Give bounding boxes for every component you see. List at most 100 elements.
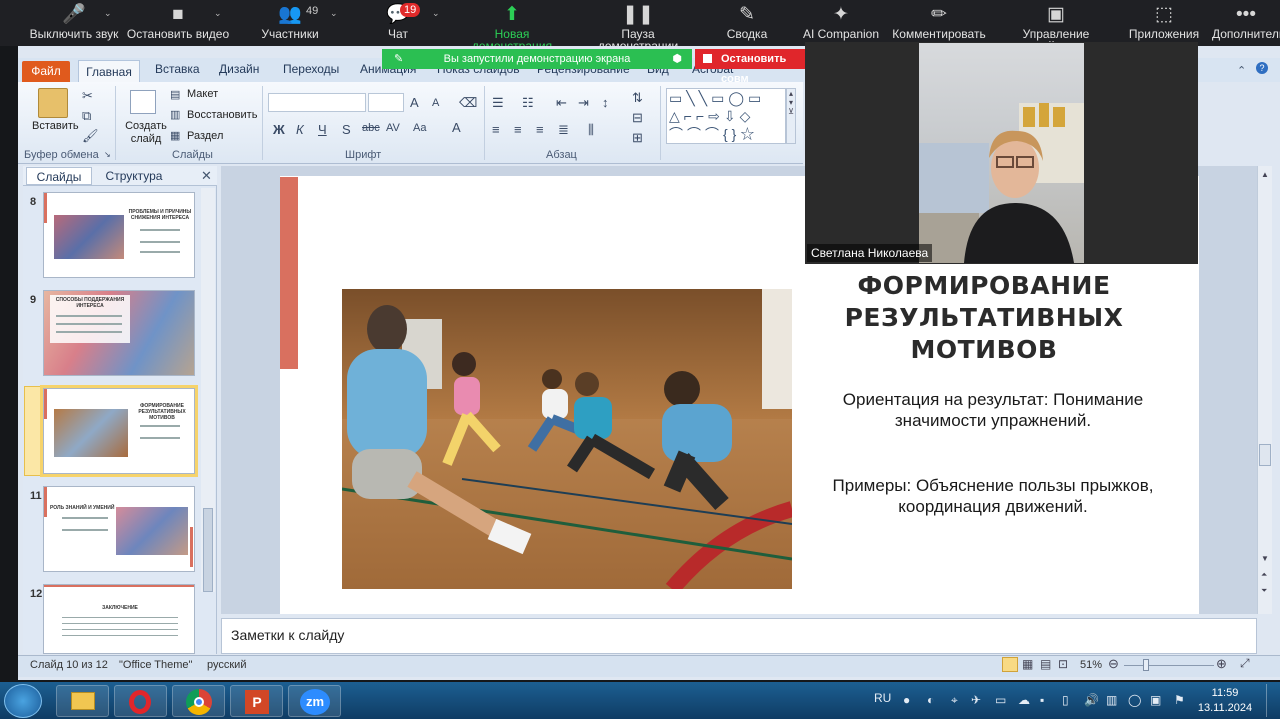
shapes-scroll[interactable]: ▴ ▾ ⊻ — [786, 88, 796, 144]
zoom-level[interactable]: 51% — [1080, 659, 1102, 671]
new-share-button[interactable]: ⬆ Новая демонстрация — [454, 0, 570, 52]
slide-thumbnail-8[interactable]: ПРОБЛЕМЫ И ПРИЧИНЫ СНИЖЕНИЯ ИНТЕРЕСА — [43, 192, 195, 278]
align-text-icon[interactable]: ⊟ — [632, 110, 643, 126]
slide-control-button[interactable]: ▣ Управление слайдами — [996, 0, 1116, 52]
tray-tool-icon[interactable]: ✈ — [971, 693, 981, 707]
slide-body-examples[interactable]: Примеры: Объяснение пользы прыжков, коор… — [820, 475, 1166, 517]
bold-icon[interactable]: Ж — [273, 122, 285, 137]
chevron-down-icon[interactable]: ⌄ — [214, 8, 222, 19]
normal-view-icon[interactable] — [1002, 657, 1018, 672]
close-icon[interactable]: ✕ — [201, 168, 212, 184]
prev-slide-icon[interactable]: ⏶ — [1261, 570, 1267, 580]
slideshow-view-icon[interactable]: ⊡ — [1058, 657, 1068, 671]
tray-monitor-icon[interactable]: ▭ — [995, 693, 1006, 707]
help-icon[interactable]: ? — [1256, 62, 1268, 74]
decrease-indent-icon[interactable]: ⇤ — [556, 95, 567, 111]
char-spacing-icon[interactable]: AV — [386, 122, 400, 134]
chevron-down-icon[interactable]: ⌄ — [104, 8, 112, 19]
clear-format-icon[interactable]: ⌫ — [459, 95, 477, 111]
ai-companion-button[interactable]: ✦ AI Companion — [800, 0, 882, 46]
format-painter-icon[interactable]: 🖌 — [82, 128, 99, 144]
cut-icon[interactable]: ✂ — [82, 88, 93, 104]
tray-flag-icon[interactable]: ⚑ — [1174, 693, 1185, 707]
taskbar-explorer[interactable] — [56, 685, 109, 717]
font-size-select[interactable] — [368, 93, 404, 112]
taskbar-chrome[interactable] — [172, 685, 225, 717]
columns-icon[interactable]: ⫼ — [588, 122, 594, 138]
tray-location-icon[interactable]: ⌖ — [951, 693, 958, 708]
tray-display-icon[interactable]: ▪ — [1040, 693, 1044, 707]
annotate-button[interactable]: ✏ Комментировать — [892, 0, 986, 46]
section-button[interactable]: Раздел — [187, 130, 223, 143]
stop-video-button[interactable]: ■ Остановить видео ⌄ — [126, 0, 230, 46]
line-spacing-icon[interactable]: ↕ — [602, 95, 609, 110]
zoom-slider-thumb[interactable] — [1143, 659, 1149, 671]
scroll-up-icon[interactable]: ▲ — [1261, 170, 1269, 179]
font-color-icon[interactable]: A — [452, 120, 461, 135]
tab-outline[interactable]: Структура — [96, 167, 172, 185]
language-status[interactable]: русский — [207, 659, 246, 671]
fit-to-window-icon[interactable]: ⤢ — [1240, 656, 1250, 671]
network-icon[interactable]: ▥ — [1106, 693, 1117, 707]
pause-share-button[interactable]: ❚❚ Пауза демонстрации — [580, 0, 696, 52]
zoom-slider-track[interactable] — [1124, 665, 1214, 666]
justify-icon[interactable]: ≣ — [558, 122, 569, 138]
tray-cloud-icon[interactable]: ☁ — [1018, 693, 1030, 707]
tray-zoom-icon[interactable]: ● — [903, 693, 910, 707]
italic-icon[interactable]: К — [296, 122, 304, 137]
grow-font-icon[interactable]: A — [410, 95, 419, 110]
thumbnails-scrollbar[interactable] — [201, 188, 215, 592]
ribbon-collapse-icon[interactable]: ⌃ — [1237, 64, 1246, 77]
tab-insert[interactable]: Вставка — [155, 62, 200, 76]
text-direction-icon[interactable]: ⇅ — [632, 90, 643, 106]
shrink-font-icon[interactable]: A — [432, 97, 439, 109]
apps-button[interactable]: ⬚ Приложения — [1128, 0, 1200, 46]
tray-battery-icon[interactable]: ▯ — [1062, 693, 1069, 707]
tab-home[interactable]: Главная — [78, 60, 140, 83]
mute-button[interactable]: 🎤 Выключить звук ⌄ — [28, 0, 120, 46]
chevron-down-icon[interactable]: ⌄ — [432, 8, 440, 19]
tray-opera-icon[interactable]: ◯ — [1128, 693, 1141, 707]
show-desktop-button[interactable] — [1266, 684, 1278, 717]
dialog-launcher-icon[interactable]: ↘ — [104, 150, 111, 159]
zoom-in-icon[interactable]: ⊕ — [1216, 656, 1227, 672]
scroll-down-icon[interactable]: ▼ — [1261, 554, 1269, 563]
align-left-icon[interactable]: ≡ — [492, 122, 500, 137]
bullets-icon[interactable]: ☰ — [492, 95, 504, 111]
shapes-gallery[interactable]: ▭╲╲▭◯▭ △⌐⌐⇨⇩◇ ⌒⌒⌒{}☆ — [666, 88, 786, 144]
layout-button[interactable]: Макет — [187, 88, 218, 101]
slide-title[interactable]: ФОРМИРОВАНИЕ РЕЗУЛЬТАТИВНЫХ МОТИВОВ — [820, 270, 1148, 366]
slide-thumbnail-12[interactable]: ЗАКЛЮЧЕНИЕ — [43, 584, 195, 654]
slide-thumbnail-9[interactable]: СПОСОБЫ ПОДДЕРЖАНИЯ ИНТЕРЕСА — [43, 290, 195, 376]
underline-icon[interactable]: Ч — [318, 122, 327, 137]
chevron-down-icon[interactable]: ⌄ — [330, 8, 338, 19]
file-tab[interactable]: Файл — [22, 61, 70, 82]
system-clock[interactable]: 11:59 13.11.2024 — [1195, 686, 1255, 716]
tray-pdf-icon[interactable]: ▣ — [1150, 693, 1161, 707]
taskbar-opera[interactable] — [114, 685, 167, 717]
chat-button[interactable]: 💬 Чат 19 ⌄ — [378, 0, 440, 46]
slide-sorter-icon[interactable]: ▦ — [1022, 657, 1033, 671]
new-slide-button[interactable]: Создать слайд — [125, 120, 167, 146]
slide-thumbnail-11[interactable]: РОЛЬ ЗНАНИЙ И УМЕНИЙ — [43, 486, 195, 572]
font-name-select[interactable] — [268, 93, 366, 112]
slide-thumbnail-10[interactable]: ФОРМИРОВАНИЕ РЕЗУЛЬТАТИВНЫХ МОТИВОВ — [40, 385, 198, 477]
reset-button[interactable]: Восстановить — [187, 109, 257, 122]
summary-button[interactable]: ✎ Сводка — [722, 0, 772, 46]
align-center-icon[interactable]: ≡ — [514, 122, 522, 137]
smartart-icon[interactable]: ⊞ — [632, 130, 643, 146]
notes-pane[interactable]: Заметки к слайду — [221, 618, 1257, 654]
tab-transitions[interactable]: Переходы — [283, 62, 339, 76]
slide-photo-kids-stretching[interactable] — [342, 289, 792, 589]
change-case-icon[interactable]: Aa — [413, 122, 426, 134]
slide-body-result-orientation[interactable]: Ориентация на результат: Понимание значи… — [820, 389, 1166, 431]
copy-icon[interactable]: ⧉ — [82, 108, 91, 124]
start-button[interactable] — [4, 684, 42, 718]
stop-share-button[interactable]: Остановить совм — [695, 49, 807, 85]
shadow-icon[interactable]: S — [342, 122, 351, 137]
tab-slides[interactable]: Слайды — [26, 167, 92, 185]
scroll-thumb[interactable] — [203, 508, 213, 592]
reading-view-icon[interactable]: ▤ — [1040, 657, 1051, 671]
tab-design[interactable]: Дизайн — [219, 62, 259, 76]
numbering-icon[interactable]: ☷ — [522, 95, 534, 111]
